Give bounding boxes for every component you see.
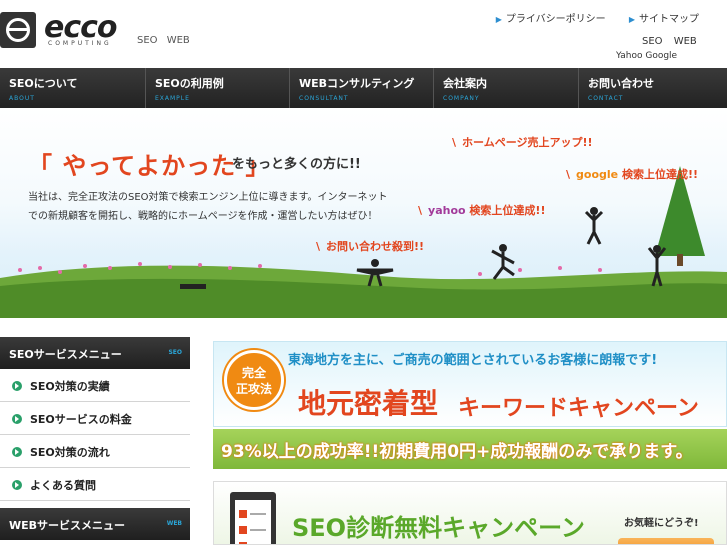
nav-label: WEBコンサルティング — [299, 77, 415, 90]
nav-sublabel: CONTACT — [588, 95, 624, 102]
nav-label: SEOの利用例 — [155, 77, 224, 90]
sidebar: SEOサービスメニュー SEO SEO対策の実績 SEOサービスの料金 SEO対… — [0, 337, 190, 540]
diagnosis-cta-button[interactable] — [618, 538, 714, 544]
sidebar-item-flow[interactable]: SEO対策の流れ — [0, 435, 190, 468]
full-fair-method-badge: 完全 正攻法 — [224, 350, 284, 410]
arrow-circle-icon — [12, 414, 22, 424]
person-jumping-icon — [584, 207, 604, 245]
web-menu-tag: WEB — [166, 520, 182, 527]
hero-description: 当社は、完全正攻法のSEO対策で検索エンジン上位に導きます。インターネットでの新… — [28, 192, 388, 222]
sidebar-item-faq[interactable]: よくある質問 — [0, 468, 190, 501]
local-keyword-campaign-banner[interactable]: 完全 正攻法 東海地方を主に、ご商売の範囲とされているお客様に朗報です! 地元密着… — [213, 341, 727, 469]
nav-item-example[interactable]: SEOの利用例 EXAMPLE — [146, 68, 290, 108]
campaign-title-suffix: キーワードキャンペーン — [458, 396, 699, 421]
logo-icon[interactable] — [0, 12, 36, 48]
header-keywords: SEO WEB — [642, 36, 697, 47]
hero-banner: 「 やってよかった 」 をもっと多くの方に!! 当社は、完全正攻法のSEO対策で… — [0, 108, 727, 318]
campaign-offer-text: 93%以上の成功率!!初期費用0円+成功報酬のみで承ります。 — [221, 442, 693, 462]
web-menu-heading: WEBサービスメニュー WEB — [0, 508, 190, 540]
person-jumping-icon — [356, 259, 394, 287]
nav-item-consultant[interactable]: WEBコンサルティング CONSULTANT — [290, 68, 434, 108]
seo-menu-tag: SEO — [168, 349, 182, 356]
campaign-title: 地元密着型 — [298, 387, 439, 420]
logo-subtext: COMPUTING — [48, 40, 112, 47]
site-header: ecco COMPUTING SEO WEB ▶ プライバシーポリシー ▶ サイトマ… — [0, 0, 727, 68]
nav-sublabel: ABOUT — [9, 95, 35, 102]
nav-item-contact[interactable]: お問い合わせ CONTACT — [579, 68, 727, 108]
nav-label: 会社案内 — [443, 77, 487, 90]
hero-title-sub: をもっと多くの方に!! — [232, 157, 361, 172]
diagnosis-cta-text: お気軽にどうぞ! — [624, 518, 699, 529]
sitemap-link[interactable]: サイトマップ — [639, 14, 699, 25]
nav-label: SEOについて — [9, 77, 78, 90]
person-jumping-icon — [491, 244, 515, 280]
arrow-icon: ▶ — [628, 15, 635, 24]
hero-tag-google: \ google 検索上位達成!! — [566, 168, 699, 181]
arrow-icon: ▶ — [495, 15, 502, 24]
hero-tag-inquiry: \ お問い合わせ殺到!! — [316, 240, 425, 253]
header-search-engines: Yahoo Google — [616, 51, 678, 61]
utility-links: ▶ プライバシーポリシー ▶ サイトマップ — [496, 10, 699, 25]
person-cheering-icon — [647, 245, 667, 287]
arrow-circle-icon — [12, 480, 22, 490]
nav-sublabel: COMPANY — [443, 95, 480, 102]
nav-sublabel: CONSULTANT — [299, 95, 349, 102]
sidebar-item-results[interactable]: SEO対策の実績 — [0, 369, 190, 402]
clipboard-icon — [230, 492, 276, 544]
nav-sublabel: EXAMPLE — [155, 95, 190, 102]
header-tagline: SEO WEB — [137, 35, 190, 46]
nav-label: お問い合わせ — [588, 77, 654, 90]
global-nav: SEOについて ABOUT SEOの利用例 EXAMPLE WEBコンサルティン… — [0, 68, 727, 108]
nav-item-about[interactable]: SEOについて ABOUT — [0, 68, 146, 108]
arrow-circle-icon — [12, 381, 22, 391]
campaign-announcement: 東海地方を主に、ご商売の範囲とされているお客様に朗報です! — [288, 353, 658, 368]
privacy-policy-link[interactable]: プライバシーポリシー — [506, 14, 606, 25]
diagnosis-campaign-title: SEO診断無料キャンペーン — [292, 514, 585, 542]
arrow-circle-icon — [12, 447, 22, 457]
nav-item-company[interactable]: 会社案内 COMPANY — [434, 68, 579, 108]
seo-menu-heading: SEOサービスメニュー SEO — [0, 337, 190, 369]
free-seo-diagnosis-banner[interactable]: SEO診断無料キャンペーン お気軽にどうぞ! — [213, 481, 727, 545]
sidebar-item-pricing[interactable]: SEOサービスの料金 — [0, 402, 190, 435]
hero-tag-sales: \ ホームページ売上アップ!! — [452, 136, 593, 149]
hero-tag-yahoo: \ yahoo 検索上位達成!! — [418, 204, 546, 217]
